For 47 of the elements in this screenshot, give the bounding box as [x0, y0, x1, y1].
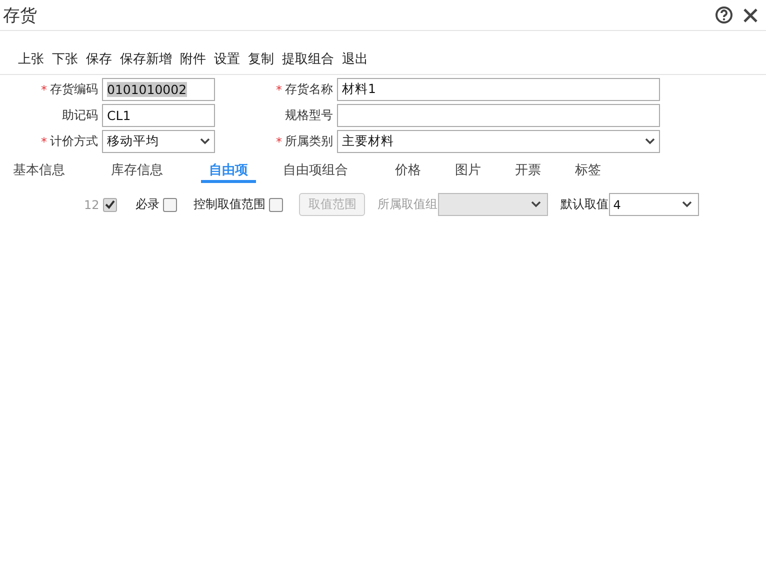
checkbox-label: 控制取值范围 — [193, 196, 266, 213]
select-field[interactable]: 4 — [609, 193, 700, 216]
chevron-down-icon — [682, 201, 692, 208]
checkbox-label: 12 — [84, 198, 100, 212]
toolbar-button[interactable]: 保存新增 — [120, 50, 172, 68]
tab[interactable]: 标签 — [567, 157, 609, 183]
chevron-down-icon — [200, 138, 210, 145]
toolbar-button[interactable]: 设置 — [214, 50, 240, 68]
toolbar-button[interactable]: 退出 — [342, 50, 368, 68]
tab[interactable]: 基本信息 — [5, 157, 73, 183]
field-label: 所属取值组 — [377, 196, 438, 213]
field-label: 计价方式 — [50, 133, 98, 150]
required-mark: * — [276, 134, 282, 148]
toolbar-button[interactable]: 提取组合 — [282, 50, 334, 68]
chevron-down-icon — [531, 201, 542, 208]
text-field[interactable]: 材料1 — [337, 78, 660, 101]
checkbox[interactable] — [269, 198, 284, 212]
checkbox[interactable] — [163, 198, 178, 212]
field-label: 所属类别 — [285, 133, 333, 150]
field-label: 存货名称 — [285, 81, 333, 98]
toolbar-button[interactable]: 复制 — [248, 50, 274, 68]
tab[interactable]: 开票 — [507, 157, 549, 183]
tab[interactable]: 库存信息 — [103, 157, 171, 183]
toolbar-button[interactable]: 保存 — [86, 50, 112, 68]
field-label: 存货编码 — [50, 81, 98, 98]
tab[interactable]: 价格 — [387, 157, 429, 183]
tab[interactable]: 图片 — [447, 157, 489, 183]
required-mark: * — [276, 82, 282, 96]
toolbar-button[interactable]: 上张 — [18, 50, 44, 68]
field-label: 默认取值 — [560, 196, 608, 213]
help-icon[interactable] — [715, 6, 733, 24]
close-icon[interactable] — [743, 8, 758, 22]
chevron-down-icon — [645, 138, 655, 145]
toolbar-button[interactable]: 下张 — [52, 50, 78, 68]
required-mark: * — [41, 82, 47, 96]
required-mark: * — [41, 134, 47, 148]
window-title: 存货 — [3, 4, 38, 26]
text-field[interactable]: CL1 — [102, 104, 215, 127]
select-field[interactable]: 主要材料 — [337, 130, 660, 153]
field-label: 规格型号 — [285, 107, 333, 124]
text-field[interactable] — [337, 104, 660, 127]
select-field[interactable]: 移动平均 — [102, 130, 215, 153]
tab[interactable]: 自由项组合 — [275, 157, 356, 183]
checkbox-label: 必录 — [135, 196, 160, 213]
text-field[interactable]: 0101010002 — [102, 78, 215, 101]
field-label: 助记码 — [62, 107, 98, 124]
toolbar-button[interactable]: 附件 — [180, 50, 206, 68]
